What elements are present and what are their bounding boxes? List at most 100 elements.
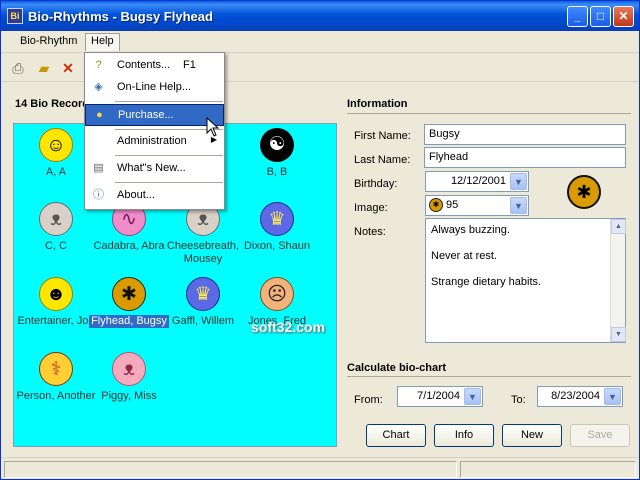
menu-item-about[interactable]: ⓘ About... [85,185,224,207]
to-date-value: 8/23/2004 [551,390,600,402]
notes-label: Notes: [354,226,386,238]
help-book-icon: ? [95,59,102,71]
record-item[interactable]: ᴥ Cheesebreath, Mousey [162,202,244,266]
record-item-selected[interactable]: ✱ Flyhead, Bugsy [88,277,170,328]
first-name-field[interactable]: Bugsy [424,124,626,145]
from-label: From: [354,394,383,406]
birthday-picker[interactable]: 12/12/2001 ▼ [425,171,529,192]
window-title: Bio-Rhythms - Bugsy Flyhead [28,9,213,24]
record-item[interactable]: ☻ Entertainer, Joe [15,277,97,328]
to-date-picker[interactable]: 8/23/2004 ▼ [537,386,623,407]
record-name: Cadabra, Abra [93,240,165,252]
title-bar[interactable]: Bi Bio-Rhythms - Bugsy Flyhead _ □ ✕ [1,1,639,31]
jester-icon: ♛ [186,277,220,311]
jester-icon: ♛ [260,202,294,236]
save-button[interactable]: Save [570,424,630,447]
notes-line: Always buzzing. [431,224,510,236]
open-folder-icon[interactable]: ▰ [34,58,54,78]
news-icon: ▤ [93,162,104,174]
app-icon: Bi [7,8,23,24]
menu-item-label: On-Line Help... [117,81,191,93]
caduceus-icon: ⚕ [39,352,73,386]
menu-item-contents[interactable]: ? Contents... F1 [85,55,224,77]
menu-bio-rhythm[interactable]: Bio-Rhythm [14,33,83,51]
menu-item-purchase[interactable]: ● Purchase... [85,104,224,126]
notes-line: Never at rest. [431,250,498,262]
last-name-field[interactable]: Flyhead [424,147,626,168]
record-name: Cheesebreath, Mousey [166,240,240,265]
status-bar [1,457,639,479]
about-icon: ⓘ [93,189,104,201]
online-help-icon: ◈ [94,81,103,93]
menu-item-label: What"s New... [117,162,186,174]
notes-textarea[interactable]: Always buzzing. Never at rest. Strange d… [425,218,626,343]
help-menu-dropdown: ? Contents... F1 ◈ On-Line Help... ● Pur… [84,52,225,210]
image-select[interactable]: ✱ 95 ▼ [425,195,529,216]
menu-item-label: About... [117,189,155,201]
chevron-down-icon[interactable]: ▼ [510,197,527,214]
menu-item-online-help[interactable]: ◈ On-Line Help... [85,77,224,99]
record-name: B, B [266,166,288,178]
watermark: soft32.com [251,319,325,335]
chevron-down-icon[interactable]: ▼ [604,388,621,405]
information-heading: Information [347,98,408,110]
record-name: C, C [45,240,67,252]
mouse-icon: ᴥ [39,202,73,236]
menu-separator [115,182,223,183]
record-item[interactable]: ⚕ Person, Another [15,352,97,403]
app-window: Bi Bio-Rhythms - Bugsy Flyhead _ □ ✕ Bio… [0,0,640,480]
calc-heading: Calculate bio-chart [347,362,447,374]
printer-icon[interactable]: ⎙ [8,58,28,78]
menu-separator [115,155,223,156]
record-name: Entertainer, Joe [17,315,95,327]
record-item[interactable]: ♛ Gaffl, Willem [162,277,244,328]
chart-button[interactable]: Chart [366,424,426,447]
close-button[interactable]: ✕ [613,6,634,27]
record-name: Person, Another [16,390,96,402]
divider [347,376,631,377]
scroll-down-icon[interactable]: ▼ [611,327,626,342]
minimize-button[interactable]: _ [567,6,588,27]
record-item[interactable]: ☯ B, B [236,128,318,179]
chevron-down-icon[interactable]: ▼ [510,173,527,190]
notes-scrollbar[interactable]: ▲ ▼ [610,219,626,342]
record-name: Piggy, Miss [101,390,157,402]
status-pane [460,461,636,478]
yin-yang-icon: ☯ [260,128,294,162]
to-label: To: [511,394,526,406]
menu-item-label: Administration [117,135,187,147]
smiley-icon: ☺ [39,128,73,162]
bug-icon: ✱ [112,277,146,311]
menu-item-whats-new[interactable]: ▤ What"s New... [85,158,224,180]
record-name: Gaffl, Willem [171,315,235,327]
image-value: 95 [446,199,459,211]
menu-bar: Bio-Rhythm Help [1,31,639,53]
birthday-value: 12/12/2001 [450,175,506,187]
mouse-cursor-icon [206,117,220,137]
info-button[interactable]: Info [434,424,494,447]
lock-icon: ● [96,109,103,121]
from-date-value: 7/1/2004 [417,390,460,402]
image-label: Image: [354,202,388,214]
record-name: Dixon, Shaun [243,240,311,252]
menu-item-shortcut: F1 [183,59,196,71]
new-button[interactable]: New [502,424,562,447]
from-date-picker[interactable]: 7/1/2004 ▼ [397,386,483,407]
menu-help[interactable]: Help [85,33,120,51]
record-name: Flyhead, Bugsy [89,315,169,328]
first-name-label: First Name: [354,130,411,142]
birthday-label: Birthday: [354,178,398,190]
smiley-icon: ☻ [39,277,73,311]
bug-icon: ✱ [567,175,601,209]
chevron-down-icon[interactable]: ▼ [464,388,481,405]
scroll-up-icon[interactable]: ▲ [611,219,626,234]
delete-icon[interactable]: ✕ [58,58,78,78]
menu-item-administration[interactable]: Administration ▶ [85,131,224,153]
face-icon: ☹ [260,277,294,311]
menu-item-label: Purchase... [118,109,174,121]
record-item[interactable]: ♛ Dixon, Shaun [236,202,318,253]
bug-icon: ✱ [429,198,443,212]
record-item[interactable]: ᴥ Piggy, Miss [88,352,170,403]
last-name-label: Last Name: [354,154,411,166]
maximize-button[interactable]: □ [590,6,611,27]
